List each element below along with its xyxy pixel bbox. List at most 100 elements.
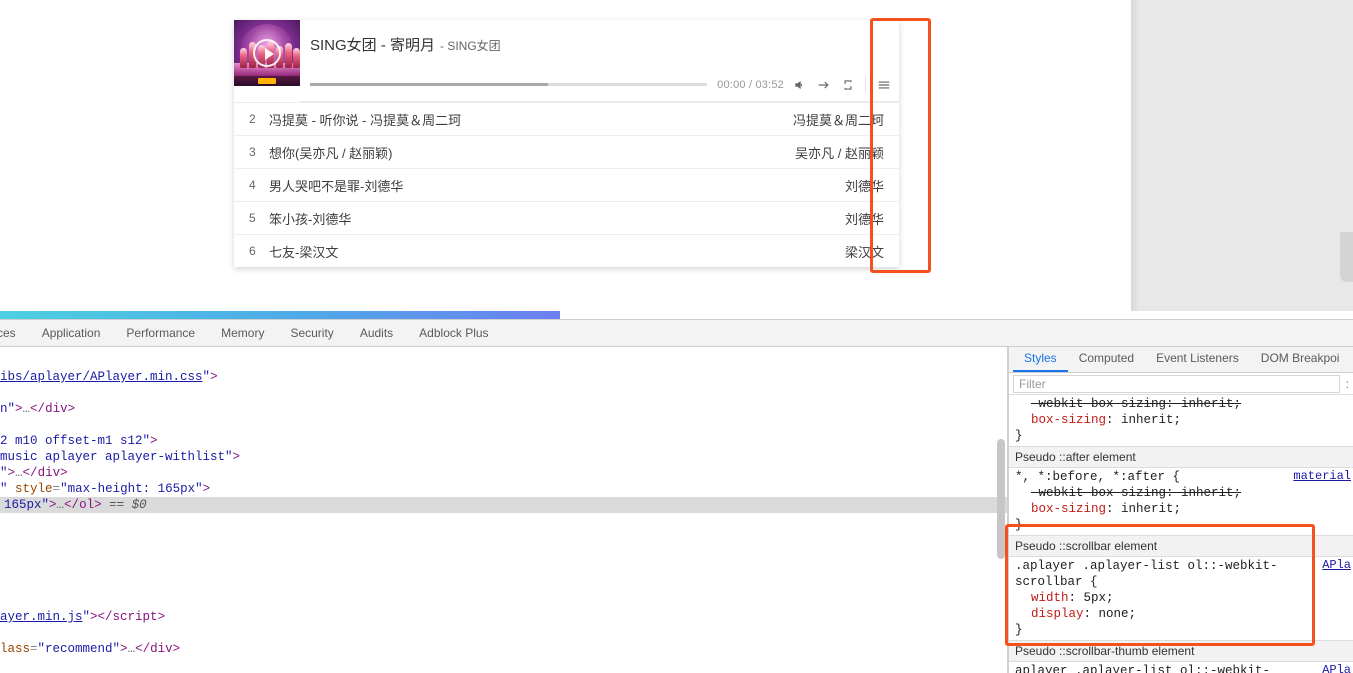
devtools-tabbar: cesApplicationPerformanceMemorySecurityA… [0, 320, 1353, 347]
playlist-item-author: 吴亦凡 / 赵丽颖 [795, 145, 884, 161]
playlist-items[interactable]: 2 冯提莫 - 听你说 - 冯提莫＆周二珂 冯提莫＆周二珂 3 想你(吴亦凡 / 赵丽颖… [234, 102, 899, 267]
playlist-item-title: 笨小孩-刘德华 [269, 211, 352, 227]
dom-line[interactable]: ">…</div> [0, 465, 1007, 481]
styles-rule[interactable]: -webkit-box-sizing: inherit; box-sizing: … [1009, 395, 1353, 446]
playlist-item-title: 男人哭吧不是罪-刘德华 [269, 178, 404, 194]
devtools-tab-security[interactable]: Security [277, 320, 346, 346]
styles-declaration[interactable]: -webkit-box-sizing: inherit; [1009, 485, 1353, 501]
styles-pseudo-header: Pseudo ::scrollbar-thumb element [1009, 640, 1353, 662]
controller-divider [865, 76, 866, 93]
styles-rule-origin-link[interactable]: APla [1322, 558, 1351, 572]
playlist-item-title: 冯提莫 - 听你说 - 冯提莫＆周二珂 [269, 112, 462, 128]
page-gutter-edge [1131, 0, 1140, 311]
aplayer-time-group: 00:00 / 03:52 [707, 76, 892, 93]
playlist-item[interactable]: 5 笨小孩-刘德华 刘德华 [234, 201, 899, 234]
playlist-item-author: 冯提莫＆周二珂 [792, 112, 884, 128]
dom-line[interactable]: music aplayer aplayer-withlist"> [0, 449, 1007, 465]
styles-rule-origin-link[interactable]: material [1293, 469, 1351, 483]
volume-icon[interactable] [791, 76, 808, 93]
styles-declaration[interactable]: box-sizing: inherit; [1009, 412, 1353, 428]
devtools-panel: cesApplicationPerformanceMemorySecurityA… [0, 319, 1353, 673]
progress-loaded [310, 83, 549, 86]
playlist-item-author: 刘德华 [844, 211, 884, 227]
dom-line[interactable]: ibs/aplayer/APlayer.min.css"> [0, 369, 1007, 385]
styles-rule-selector-cont: scrollbar { [1015, 575, 1098, 589]
devtools-tab-application[interactable]: Application [29, 320, 114, 346]
styles-panel: Styles Computed Event Listeners DOM Breakpo… [1008, 347, 1353, 673]
playlist-item-index: 6 [249, 244, 256, 258]
styles-rule-close: } [1015, 429, 1023, 443]
track-title: SING女团 - 寄明月 [310, 37, 436, 54]
dom-blank-line [0, 417, 1007, 433]
dom-line[interactable]: n">…</div> [0, 401, 1007, 417]
dom-blank-line [0, 561, 1007, 577]
dom-line[interactable]: lass="recommend">…</div> [0, 641, 1007, 657]
playlist-item[interactable]: 4 男人哭吧不是罪-刘德华 刘德华 [234, 168, 899, 201]
devtools-main: ibs/aplayer/APlayer.min.css"> n">…</div> 2… [0, 347, 1353, 673]
page-scrollbar-thumb[interactable] [1340, 232, 1353, 282]
dom-line[interactable]: ayer.min.js"></script> [0, 609, 1007, 625]
aplayer-body: SING女团 - 寄明月 - SING女团 00:00 / 03:52 [234, 20, 899, 102]
playlist-item-index: 4 [249, 178, 256, 192]
styles-filter-input[interactable] [1013, 374, 1340, 393]
elements-tree-panel[interactable]: ibs/aplayer/APlayer.min.css"> n">…</div> 2… [0, 347, 1008, 673]
devtools-tab-audits[interactable]: Audits [347, 320, 406, 346]
styles-tab-dom-breakpoi[interactable]: DOM Breakpoi [1250, 347, 1351, 372]
playlist-item-author: 梁汉文 [844, 244, 884, 260]
album-cover[interactable] [234, 20, 300, 86]
dom-blank-line [0, 529, 1007, 545]
playlist-menu-icon[interactable] [875, 76, 892, 93]
styles-declaration[interactable]: -webkit-box-sizing: inherit; [1009, 396, 1353, 412]
styles-declaration[interactable]: width: 5px; [1009, 590, 1353, 606]
playlist-item[interactable]: 2 冯提莫 - 听你说 - 冯提莫＆周二珂 冯提莫＆周二珂 [234, 102, 899, 135]
dom-blank-line [0, 513, 1007, 529]
loop-icon[interactable] [839, 76, 856, 93]
playlist-item[interactable]: 3 想你(吴亦凡 / 赵丽颖) 吴亦凡 / 赵丽颖 [234, 135, 899, 168]
dom-line[interactable]: 2 m10 offset-m1 s12"> [0, 433, 1007, 449]
styles-rule-close: } [1015, 623, 1023, 637]
playlist-item-title: 想你(吴亦凡 / 赵丽颖) [269, 145, 393, 161]
now-playing: SING女团 - 寄明月 - SING女团 [310, 34, 892, 55]
progress-bar [310, 83, 708, 86]
devtools-tab-adblock-plus[interactable]: Adblock Plus [406, 320, 501, 346]
play-icon[interactable] [253, 39, 281, 67]
aplayer-playlist: 2 冯提莫 - 听你说 - 冯提莫＆周二珂 冯提莫＆周二珂 3 想你(吴亦凡 / 赵丽颖… [234, 102, 899, 267]
styles-rules-list: -webkit-box-sizing: inherit; box-sizing: … [1009, 395, 1353, 673]
page-loading-progress-bar [0, 311, 560, 319]
playlist-item-index: 3 [249, 145, 256, 159]
time-display: 00:00 / 03:52 [717, 78, 784, 91]
dom-line[interactable]: 165px">…</ol> == $0 [0, 497, 1007, 513]
dom-line[interactable]: " style="max-height: 165px"> [0, 481, 1007, 497]
styles-rule[interactable]: material *, *:before, *:after {-webkit-bo… [1009, 468, 1353, 535]
dom-blank-line [0, 593, 1007, 609]
playlist-item-index: 2 [249, 112, 256, 126]
progress-bar-track[interactable] [310, 79, 708, 90]
styles-declaration[interactable]: box-sizing: inherit; [1009, 501, 1353, 517]
styles-rule[interactable]: APla .aplayer .aplayer-list ol::-webkit-s… [1009, 557, 1353, 640]
styles-pseudo-header: Pseudo ::scrollbar element [1009, 535, 1353, 557]
styles-tabbar: Styles Computed Event Listeners DOM Breakpo… [1009, 347, 1353, 373]
playlist-item-index: 5 [249, 211, 256, 225]
elements-scrollbar-thumb[interactable] [997, 439, 1005, 559]
devtools-tab-ces[interactable]: ces [0, 320, 29, 346]
styles-tab-computed[interactable]: Computed [1068, 347, 1145, 372]
styles-tab-styles[interactable]: Styles [1013, 347, 1068, 372]
styles-rule[interactable]: APla aplayer .aplayer-list ol::-webkit- [1009, 662, 1353, 673]
devtools-tab-performance[interactable]: Performance [113, 320, 208, 346]
styles-declaration[interactable]: display: none; [1009, 606, 1353, 622]
devtools-tab-memory[interactable]: Memory [208, 320, 277, 346]
playlist-item[interactable]: 6 七友-梁汉文 梁汉文 [234, 234, 899, 267]
album-cover-badge [258, 78, 276, 84]
styles-pseudo-header: Pseudo ::after element [1009, 446, 1353, 468]
dom-blank-line [0, 625, 1007, 641]
styles-rule-selector: .aplayer .aplayer-list ol::-webkit- [1015, 559, 1278, 573]
aplayer-widget: SING女团 - 寄明月 - SING女团 00:00 / 03:52 2 冯提… [234, 20, 899, 267]
styles-rule-origin-link[interactable]: APla [1322, 663, 1351, 673]
dom-code: ibs/aplayer/APlayer.min.css"> n">…</div> 2… [0, 347, 1007, 657]
dom-blank-line [0, 545, 1007, 561]
styles-filter-extra: : [1345, 376, 1349, 391]
dom-blank-line [0, 577, 1007, 593]
order-arrow-icon[interactable] [815, 76, 832, 93]
styles-tab-event-listeners[interactable]: Event Listeners [1145, 347, 1250, 372]
dom-blank-line [0, 385, 1007, 401]
